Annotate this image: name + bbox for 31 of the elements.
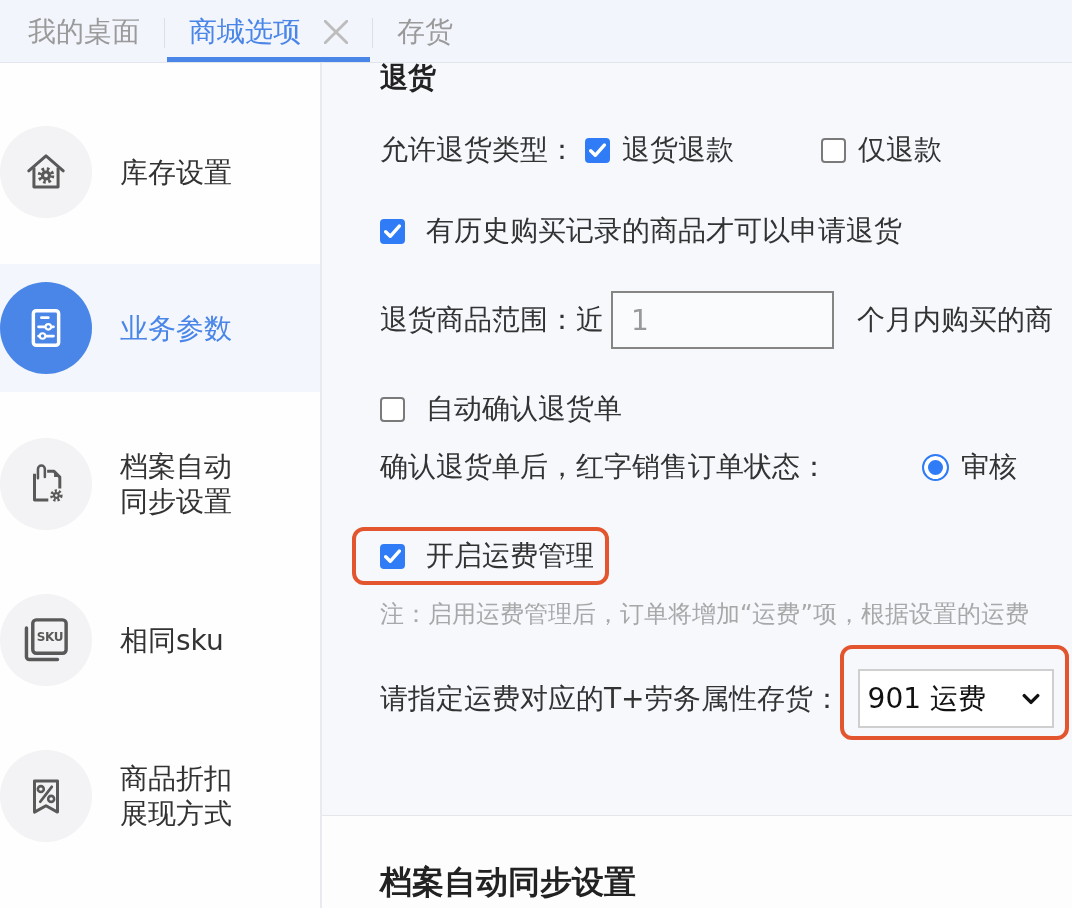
field-label: 确认退货单后，红字销售订单状态： [380, 449, 828, 485]
checkbox-label: 开启运费管理 [426, 538, 594, 574]
radio-button[interactable] [922, 453, 949, 481]
sidebar-item[interactable]: 库存设置 [0, 108, 320, 236]
checkmark-icon [589, 141, 606, 159]
checkmark-icon [384, 222, 401, 240]
section-title: 档案自动同步设置 [380, 862, 636, 902]
sidebar-item[interactable]: SKU 相同sku [0, 576, 320, 704]
note-text: 注：启用运费管理后，订单将增加“运费”项，根据设置的运费 [380, 599, 1029, 629]
section-title: 退货 [380, 63, 436, 93]
checkbox-label: 自动确认退货单 [426, 391, 622, 427]
icon-label: SKU [36, 631, 64, 643]
chevron-down-icon [1021, 692, 1040, 705]
checkbox-label: 退货退款 [622, 132, 734, 168]
field-label: 允许退货类型： [380, 132, 576, 168]
checkbox[interactable] [380, 218, 405, 244]
radio-label: 审核 [961, 449, 1017, 485]
select-field[interactable]: 901 运费 [857, 669, 1054, 728]
checkbox[interactable] [585, 137, 610, 163]
sidebar-item[interactable]: 商品折扣展现方式 [0, 732, 320, 860]
field-suffix: 个月内购买的商 [857, 302, 1053, 338]
checkbox-label: 有历史购买记录的商品才可以申请退货 [426, 213, 902, 249]
checkmark-icon [384, 547, 401, 565]
checkbox-label: 仅退款 [858, 132, 942, 168]
sidebar-item[interactable]: 档案自动同步设置 [0, 420, 320, 548]
checkbox[interactable] [380, 543, 405, 569]
checkbox[interactable] [380, 396, 405, 422]
stacked-squares-icon [23, 617, 69, 663]
checkbox[interactable] [821, 137, 846, 163]
field-label: 退货商品范围：近 [380, 302, 604, 338]
field-label: 请指定运费对应的T+劳务属性存货： [380, 681, 841, 717]
